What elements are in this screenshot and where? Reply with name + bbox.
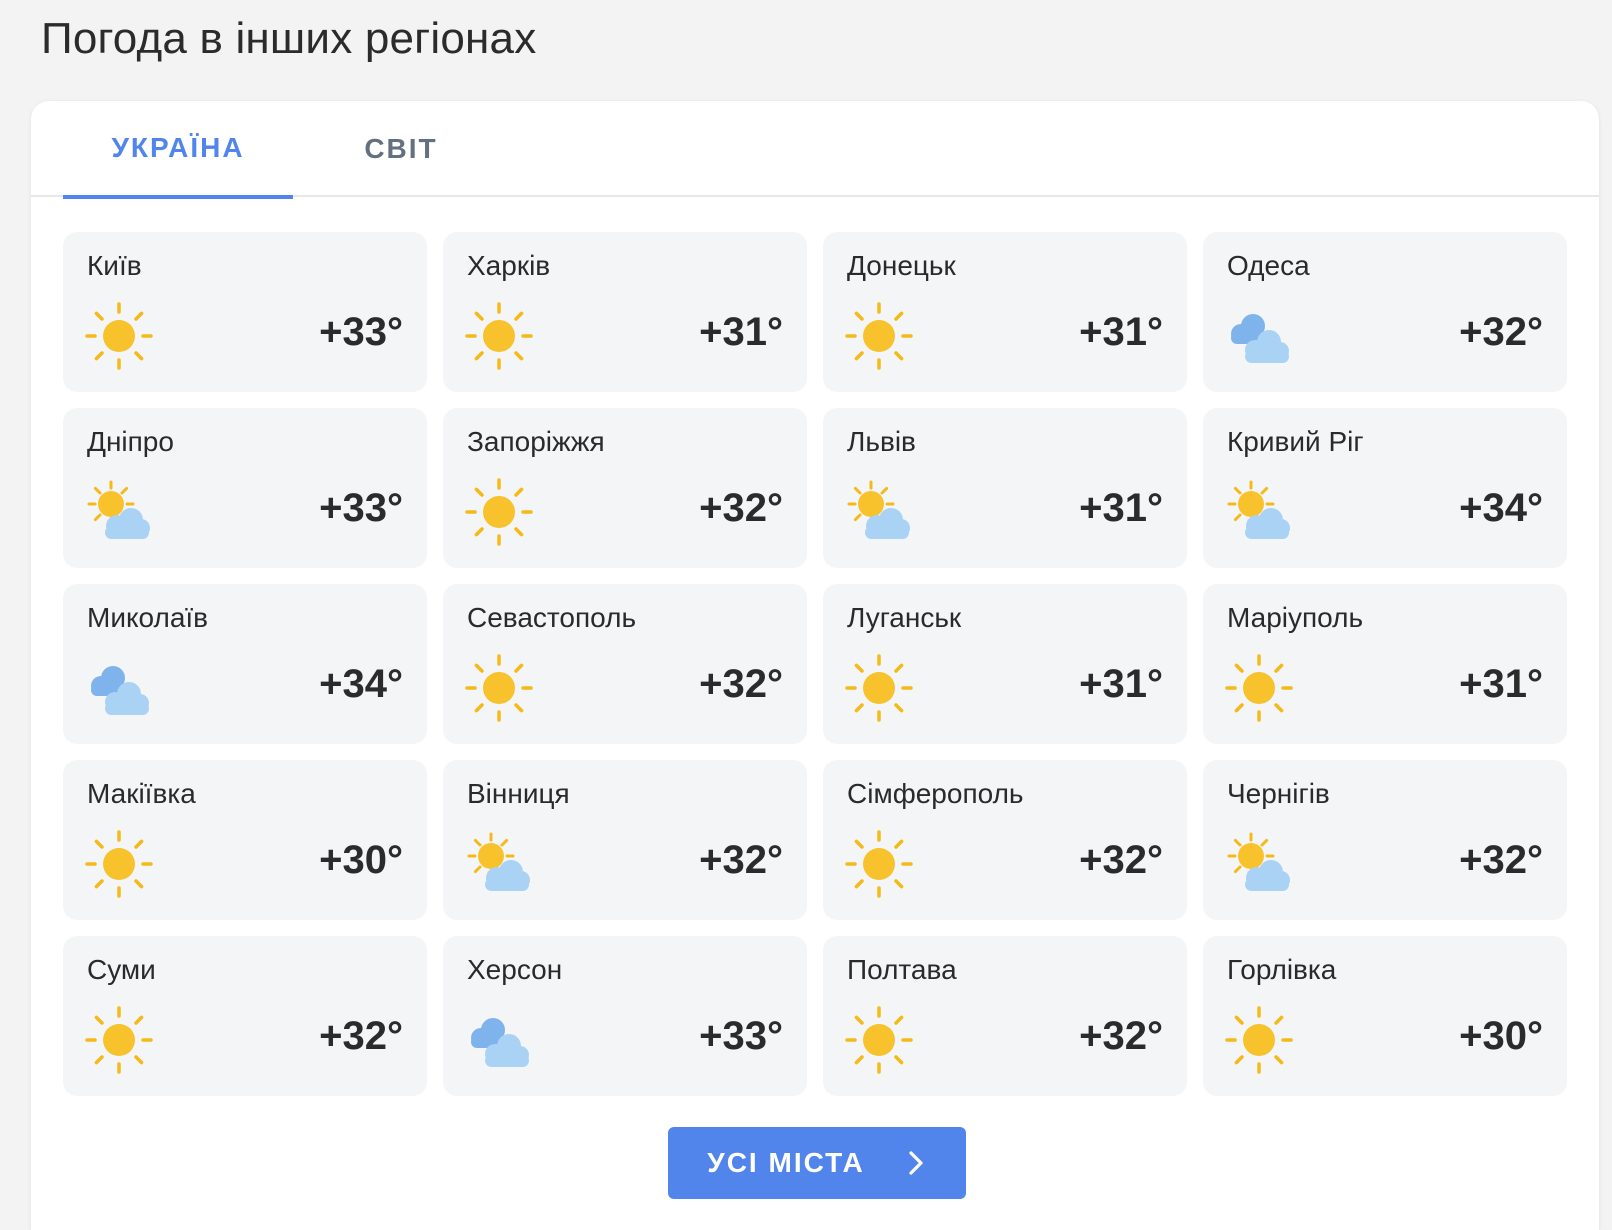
city-card[interactable]: Горлівка +30° <box>1203 936 1567 1096</box>
city-card[interactable]: Київ +33° <box>63 232 427 392</box>
partly-cloudy-icon <box>1223 476 1295 548</box>
city-name: Сімферополь <box>847 778 1024 809</box>
city-temperature: +32° <box>699 838 783 882</box>
partly-cloudy-icon <box>843 476 915 548</box>
all-cities-label: УСІ МІСТА <box>707 1147 865 1178</box>
city-temperature: +33° <box>699 1014 783 1058</box>
city-name: Дніпро <box>87 426 174 457</box>
city-name: Макіївка <box>87 778 196 809</box>
city-card[interactable]: Дніпро +33° <box>63 408 427 568</box>
city-temperature: +30° <box>319 838 403 882</box>
city-card[interactable]: Маріуполь +31° <box>1203 584 1567 744</box>
city-name: Донецьк <box>847 250 956 281</box>
partly-cloudy-icon <box>1223 828 1295 900</box>
regions-weather-card: УКРАЇНА СВІТ Київ +33° Харків +31° Донецьк <box>31 101 1599 1230</box>
city-name: Одеса <box>1227 250 1310 281</box>
sun-icon <box>843 652 915 724</box>
city-name: Харків <box>467 250 551 281</box>
tab-ukraine[interactable]: УКРАЇНА <box>63 101 293 199</box>
page-title: Погода в інших регіонах <box>41 14 537 63</box>
city-temperature: +33° <box>319 310 403 354</box>
city-temperature: +32° <box>319 1014 403 1058</box>
city-temperature: +31° <box>1079 486 1163 530</box>
sun-icon <box>1223 1004 1295 1076</box>
city-grid: Київ +33°Харків +31°Донецьк +31°Одеса <box>63 232 1567 1096</box>
sun-icon <box>843 300 915 372</box>
city-name: Маріуполь <box>1227 602 1364 633</box>
city-card[interactable]: Чернігів +32° <box>1203 760 1567 920</box>
city-card[interactable]: Суми +32° <box>63 936 427 1096</box>
city-temperature: +34° <box>319 662 403 706</box>
city-temperature: +32° <box>1459 310 1543 354</box>
city-name: Севастополь <box>467 602 637 633</box>
city-card[interactable]: Одеса +32° <box>1203 232 1567 392</box>
city-name: Луганськ <box>847 602 962 633</box>
cloudy-icon <box>83 652 155 724</box>
cloudy-icon <box>1223 300 1295 372</box>
city-name: Херсон <box>467 954 563 985</box>
city-name: Горлівка <box>1227 954 1337 985</box>
sun-icon <box>1223 652 1295 724</box>
sun-icon <box>463 300 535 372</box>
city-card[interactable]: Донецьк +31° <box>823 232 1187 392</box>
city-name: Вінниця <box>467 778 570 809</box>
region-tabs: УКРАЇНА СВІТ <box>31 101 1599 199</box>
city-card[interactable]: Херсон +33° <box>443 936 807 1096</box>
city-card[interactable]: Миколаїв +34° <box>63 584 427 744</box>
cloudy-icon <box>463 1004 535 1076</box>
city-card[interactable]: Севастополь +32° <box>443 584 807 744</box>
city-temperature: +31° <box>1079 310 1163 354</box>
city-temperature: +31° <box>1459 662 1543 706</box>
city-temperature: +33° <box>319 486 403 530</box>
city-temperature: +30° <box>1459 1014 1543 1058</box>
city-name: Кривий Ріг <box>1227 426 1364 457</box>
partly-cloudy-icon <box>463 828 535 900</box>
city-name: Львів <box>847 426 916 457</box>
tab-world[interactable]: СВІТ <box>331 101 471 197</box>
city-card[interactable]: Луганськ +31° <box>823 584 1187 744</box>
sun-icon <box>83 828 155 900</box>
city-temperature: +32° <box>1459 838 1543 882</box>
partly-cloudy-icon <box>83 476 155 548</box>
city-card[interactable]: Львів +31° <box>823 408 1187 568</box>
city-card[interactable]: Харків +31° <box>443 232 807 392</box>
all-cities-button[interactable]: УСІ МІСТА <box>668 1127 966 1199</box>
city-name: Київ <box>87 250 142 281</box>
city-temperature: +31° <box>699 310 783 354</box>
city-temperature: +32° <box>699 486 783 530</box>
city-card[interactable]: Запоріжжя +32° <box>443 408 807 568</box>
sun-icon <box>463 652 535 724</box>
city-card[interactable]: Сімферополь +32° <box>823 760 1187 920</box>
sun-icon <box>843 1004 915 1076</box>
city-temperature: +32° <box>1079 1014 1163 1058</box>
chevron-right-icon <box>909 1151 923 1175</box>
city-name: Чернігів <box>1227 778 1330 809</box>
city-card[interactable]: Макіївка +30° <box>63 760 427 920</box>
city-card[interactable]: Кривий Ріг +34° <box>1203 408 1567 568</box>
city-name: Суми <box>87 954 156 985</box>
sun-icon <box>463 476 535 548</box>
city-temperature: +31° <box>1079 662 1163 706</box>
city-name: Полтава <box>847 954 957 985</box>
city-card[interactable]: Вінниця +32° <box>443 760 807 920</box>
city-temperature: +32° <box>699 662 783 706</box>
sun-icon <box>83 1004 155 1076</box>
city-temperature: +32° <box>1079 838 1163 882</box>
city-name: Миколаїв <box>87 602 209 633</box>
city-card[interactable]: Полтава +32° <box>823 936 1187 1096</box>
city-temperature: +34° <box>1459 486 1543 530</box>
city-name: Запоріжжя <box>467 426 605 457</box>
sun-icon <box>83 300 155 372</box>
sun-icon <box>843 828 915 900</box>
